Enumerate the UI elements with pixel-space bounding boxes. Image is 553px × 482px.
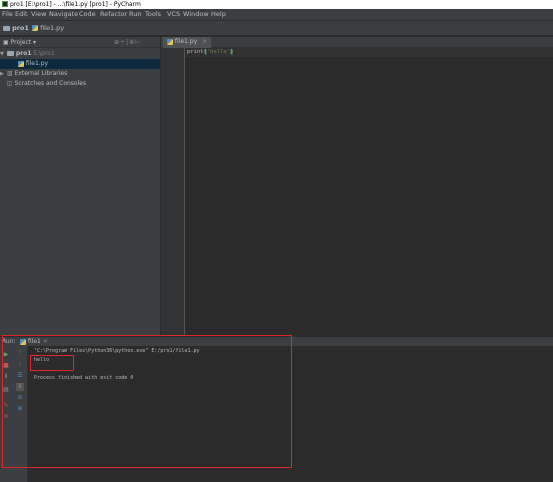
run-console[interactable]: "C:\Program Files\Python36\python.exe" E… <box>0 346 553 482</box>
breadcrumb-project[interactable]: pro1 <box>3 21 29 36</box>
menu-refactor[interactable]: Refactor <box>100 9 127 20</box>
breadcrumb-file[interactable]: file1.py <box>32 21 64 36</box>
code-editor[interactable]: print('hello') <box>185 48 553 336</box>
python-run-icon <box>20 338 26 345</box>
menu-tools[interactable]: Tools <box>145 9 161 20</box>
breadcrumb-file-label: file1.py <box>40 24 65 32</box>
pin-icon[interactable]: ✎ <box>2 402 10 410</box>
print-icon[interactable]: ⊜ <box>16 394 24 402</box>
editor-gutter <box>161 48 185 336</box>
run-panel-header: Run: file1 × <box>0 336 553 346</box>
menu-edit[interactable]: Edit <box>15 9 28 20</box>
tree-item-label: External Libraries <box>14 70 68 77</box>
pycharm-logo-icon <box>2 1 8 7</box>
chevron-down-icon: ▾ <box>33 39 37 46</box>
code-line-1: print('hello') <box>187 48 234 57</box>
scratches-icon: ◫ <box>6 80 13 87</box>
menu-view[interactable]: View <box>31 9 46 20</box>
up-arrow-icon[interactable]: ↑ <box>16 349 24 357</box>
menu-run[interactable]: Run <box>129 9 141 20</box>
tree-item-label: Scratches and Consoles <box>14 80 87 87</box>
soft-wrap-icon[interactable]: ☰ <box>16 372 24 380</box>
editor-tab-label: file1.py <box>174 38 198 45</box>
tree-item-label: pro1 <box>15 50 32 57</box>
expand-arrow-icon[interactable]: ▶ <box>0 69 5 79</box>
tree-item-scratches[interactable]: ◫ Scratches and Consoles <box>0 79 160 89</box>
dump-threads-icon[interactable]: ▤ <box>2 386 10 394</box>
hide-icon[interactable]: ⊢ <box>135 39 141 46</box>
code-bracket-close: ) <box>230 49 234 55</box>
console-output-line: hello <box>34 357 50 363</box>
pause-icon[interactable]: Ⅱ <box>2 373 10 381</box>
run-toolbar-primary: ▶ ■ Ⅱ ▤ ✎ ✕ <box>0 346 12 482</box>
library-icon: ▥ <box>6 70 13 77</box>
run-toolbar-secondary: ↑ ↓ ☰ ⇩ ⊜ ⊗ <box>12 346 28 482</box>
python-file-icon <box>167 38 173 45</box>
console-exit-message: Process finished with exit code 0 <box>34 375 134 381</box>
project-toolbar: ⊕÷|✲⊢ <box>114 37 141 48</box>
code-function: print <box>187 49 204 55</box>
python-file-icon <box>32 25 38 31</box>
menu-help[interactable]: Help <box>211 9 226 20</box>
tree-item-project-root[interactable]: ▼ pro1 E:\pro1 <box>0 49 160 59</box>
stop-icon[interactable]: ■ <box>2 362 10 370</box>
folder-icon <box>3 25 10 31</box>
menu-navigate[interactable]: Navigate <box>49 9 78 20</box>
down-arrow-icon[interactable]: ↓ <box>16 360 24 368</box>
project-icon: ▣ <box>3 39 9 46</box>
project-panel-header: ▣ Project ▾ ⊕÷|✲⊢ <box>0 37 160 48</box>
close-icon[interactable]: × <box>43 338 48 345</box>
rerun-icon[interactable]: ▶ <box>2 351 10 359</box>
tree-item-file1[interactable]: file1.py <box>0 59 160 69</box>
folder-icon <box>6 51 14 56</box>
window-title: pro1 [E:\pro1] - ...\file1.py [pro1] - P… <box>10 1 141 8</box>
close-icon[interactable]: × <box>202 38 207 45</box>
console-command-line: "C:\Program Files\Python36\python.exe" E… <box>34 348 200 354</box>
project-header-label: Project <box>10 39 32 46</box>
expand-arrow-icon[interactable]: ▼ <box>0 49 5 59</box>
current-line-highlight <box>185 48 553 57</box>
menu-bar: File Edit View Navigate Code Refactor Ru… <box>0 9 553 20</box>
tree-item-path: E:\pro1 <box>33 50 55 57</box>
menu-code[interactable]: Code <box>79 9 96 20</box>
editor-tab-bar: file1.py × <box>161 37 553 50</box>
project-tree: ▼ pro1 E:\pro1 file1.py ▶ ▥ External Lib… <box>0 48 160 336</box>
close-run-icon[interactable]: ✕ <box>2 413 10 421</box>
project-view-selector[interactable]: ▣ Project ▾ <box>3 37 36 48</box>
python-file-icon <box>17 60 24 67</box>
tree-item-external-libraries[interactable]: ▶ ▥ External Libraries <box>0 69 160 79</box>
tree-item-label: file1.py <box>25 60 49 67</box>
navigation-bar: pro1 file1.py <box>0 20 553 36</box>
breadcrumb-project-label: pro1 <box>12 24 29 32</box>
title-bar: pro1 [E:\pro1] - ...\file1.py [pro1] - P… <box>0 0 553 9</box>
run-tab-label: file1 <box>27 338 41 345</box>
menu-window[interactable]: Window <box>183 9 209 20</box>
menu-vcs[interactable]: VCS <box>167 9 180 20</box>
clear-all-icon[interactable]: ⊗ <box>16 405 24 413</box>
menu-file[interactable]: File <box>2 9 13 20</box>
scroll-to-end-icon[interactable]: ⇩ <box>16 383 24 391</box>
code-string: 'hello' <box>206 49 231 55</box>
